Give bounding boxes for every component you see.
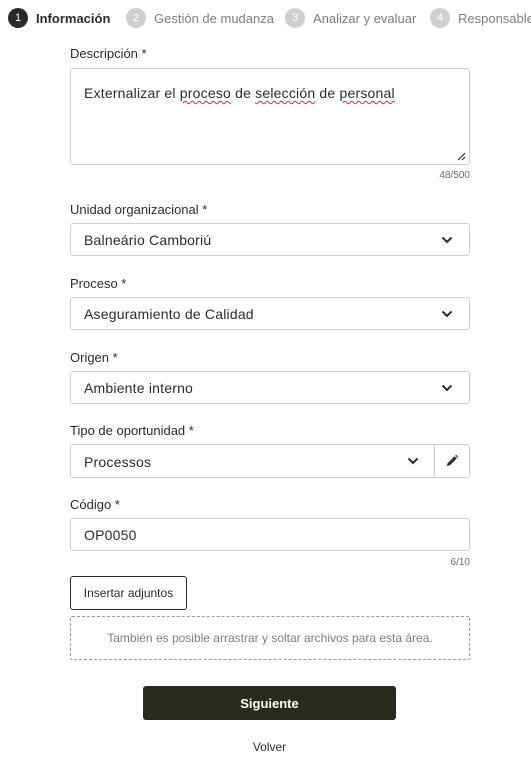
- description-label: Descripción *: [70, 46, 147, 61]
- step-analizar-y-evaluar[interactable]: 3 Analizar y evaluar: [285, 8, 416, 28]
- step-label: Gestión de mudanza: [154, 10, 274, 26]
- divider: [434, 445, 435, 477]
- step-number: 4: [430, 8, 450, 28]
- origin-value: Ambiente interno: [84, 380, 194, 396]
- resize-grip-icon[interactable]: [457, 152, 466, 161]
- description-counter: 48/500: [439, 170, 470, 181]
- opportunity-type-select[interactable]: Processos: [70, 444, 470, 478]
- step-number: 3: [285, 8, 305, 28]
- org-unit-select[interactable]: Balneário Camboriú: [70, 223, 470, 256]
- next-button[interactable]: Siguiente: [143, 686, 396, 720]
- origin-select[interactable]: Ambiente interno: [70, 371, 470, 404]
- chevron-down-icon: [441, 384, 453, 391]
- step-number: 1: [8, 8, 28, 28]
- process-label: Proceso *: [70, 276, 127, 291]
- step-label: Analizar y evaluar: [313, 10, 417, 26]
- chevron-down-icon: [441, 310, 453, 317]
- step-number: 2: [126, 8, 146, 28]
- code-value: OP0050: [84, 527, 137, 543]
- insert-attachments-button[interactable]: Insertar adjuntos: [70, 576, 187, 610]
- chevron-down-icon: [407, 457, 419, 465]
- pencil-icon[interactable]: [445, 454, 459, 468]
- process-value: Aseguramiento de Calidad: [84, 306, 254, 322]
- code-counter: 6/10: [450, 557, 470, 568]
- process-select[interactable]: Aseguramiento de Calidad: [70, 297, 470, 330]
- step-gestion-de-mudanza[interactable]: 2 Gestión de mudanza: [126, 8, 274, 28]
- code-input[interactable]: OP0050: [70, 518, 470, 551]
- back-link[interactable]: Volver: [143, 740, 396, 754]
- step-informacion[interactable]: 1 Información: [8, 8, 110, 28]
- opportunity-type-label: Tipo de oportunidad *: [70, 423, 194, 438]
- org-unit-label: Unidad organizacional *: [70, 202, 208, 217]
- description-value: Externalizar el proceso de selección de …: [84, 85, 395, 101]
- description-textarea[interactable]: Externalizar el proceso de selección de …: [70, 68, 470, 165]
- code-label: Código *: [70, 497, 120, 512]
- step-label: Responsables: [458, 10, 531, 26]
- org-unit-value: Balneário Camboriú: [84, 232, 212, 248]
- step-responsables[interactable]: 4 Responsables: [430, 8, 531, 28]
- origin-label: Origen *: [70, 350, 118, 365]
- opportunity-type-value: Processos: [84, 454, 152, 470]
- step-label: Información: [36, 10, 111, 26]
- file-dropzone[interactable]: También es posible arrastrar y soltar ar…: [70, 616, 470, 660]
- stepper: 1 Información 2 Gestión de mudanza 3 Ana…: [8, 8, 531, 28]
- chevron-down-icon: [441, 236, 453, 243]
